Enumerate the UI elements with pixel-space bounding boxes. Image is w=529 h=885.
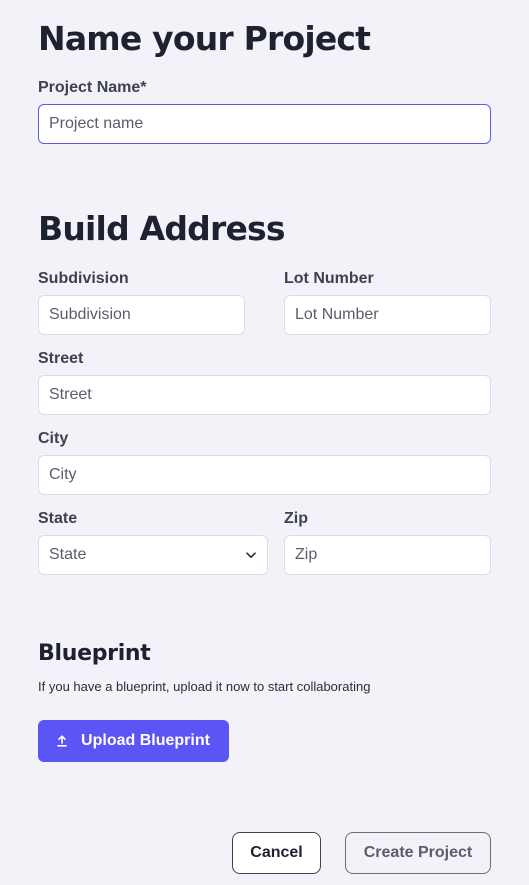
subdivision-label: Subdivision: [38, 270, 129, 287]
project-section-title: Name your Project: [38, 19, 371, 58]
upload-blueprint-button[interactable]: Upload Blueprint: [38, 720, 229, 762]
zip-label: Zip: [284, 510, 308, 527]
city-label: City: [38, 430, 69, 447]
lot-number-input[interactable]: [284, 295, 491, 335]
upload-icon: [57, 735, 67, 747]
address-section-title: Build Address: [38, 209, 286, 248]
chevron-down-icon: [245, 549, 257, 561]
blueprint-helper-text: If you have a blueprint, upload it now t…: [38, 679, 371, 694]
cancel-button[interactable]: Cancel: [232, 832, 321, 874]
street-label: Street: [38, 350, 84, 367]
city-input[interactable]: [38, 455, 491, 495]
zip-input[interactable]: [284, 535, 491, 575]
create-project-form: Name your Project Project Name* Build Ad…: [0, 0, 529, 885]
state-label: State: [38, 510, 78, 527]
create-project-button[interactable]: Create Project: [345, 832, 491, 874]
subdivision-input[interactable]: [38, 295, 245, 335]
project-name-input[interactable]: [38, 104, 491, 144]
upload-blueprint-label: Upload Blueprint: [81, 732, 210, 749]
lot-number-label: Lot Number: [284, 270, 374, 287]
blueprint-section-title: Blueprint: [38, 641, 151, 666]
project-name-label: Project Name*: [38, 79, 147, 96]
street-input[interactable]: [38, 375, 491, 415]
state-select[interactable]: State: [38, 535, 268, 575]
state-selected-value: State: [49, 546, 87, 563]
